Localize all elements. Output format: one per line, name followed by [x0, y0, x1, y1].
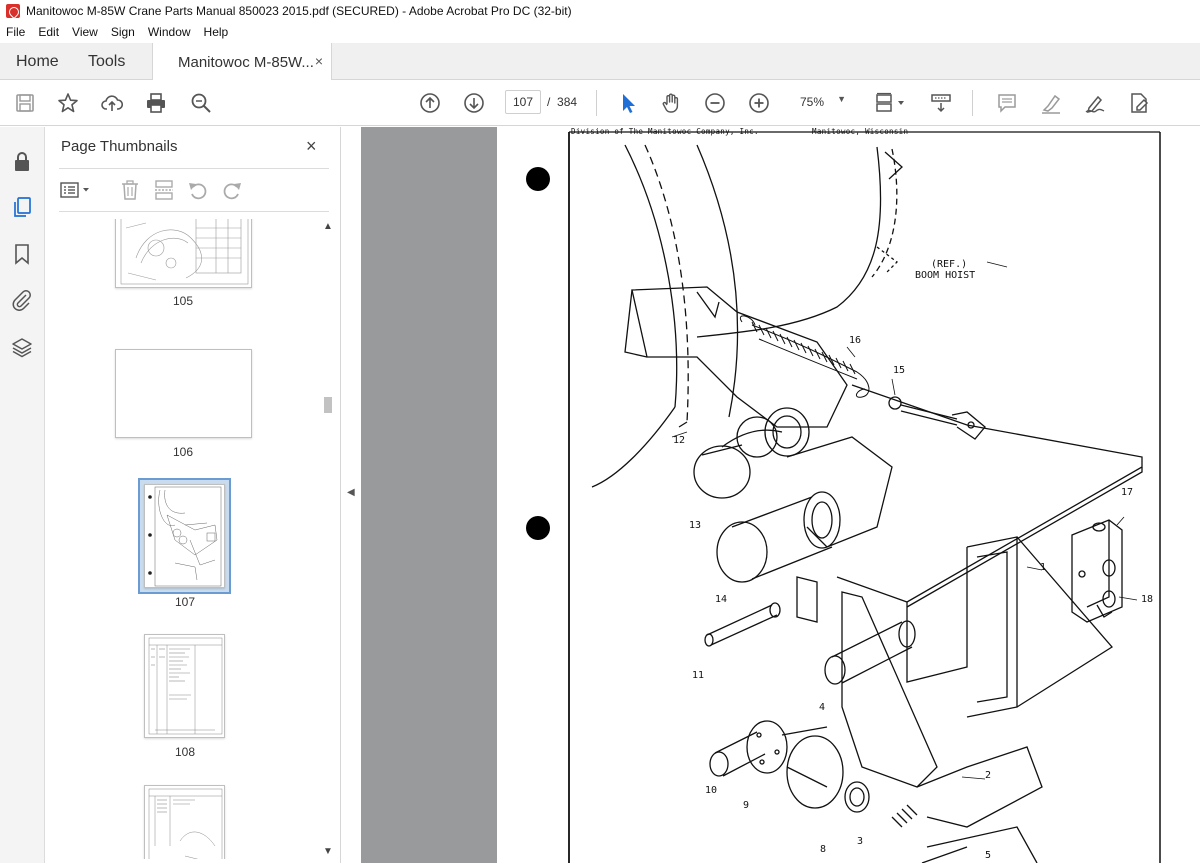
- callout-14: 14: [715, 594, 728, 605]
- current-page-input[interactable]: 107: [505, 90, 541, 114]
- reference-label: (REF.) BOOM HOIST: [915, 259, 976, 281]
- callout-5: 5: [985, 850, 992, 861]
- menu-edit[interactable]: Edit: [38, 25, 59, 39]
- page-up-icon[interactable]: [419, 92, 441, 114]
- menu-help[interactable]: Help: [204, 25, 229, 39]
- zoom-value: 75%: [800, 95, 825, 109]
- edit-pdf-icon[interactable]: [1128, 92, 1150, 114]
- menu-view[interactable]: View: [72, 25, 98, 39]
- page-down-icon[interactable]: [463, 92, 485, 114]
- tab-tools[interactable]: Tools: [74, 43, 152, 80]
- callout-16: 16: [849, 335, 862, 346]
- zoom-out-icon[interactable]: [704, 92, 726, 114]
- panel-toolbar: [59, 177, 329, 203]
- callout-3: 3: [857, 836, 864, 847]
- scrolling-icon[interactable]: [930, 92, 952, 114]
- callout-15: 15: [893, 365, 906, 376]
- document-view[interactable]: Division of The Manitowoc Company, Inc. …: [361, 127, 1200, 863]
- pdf-page: Division of The Manitowoc Company, Inc. …: [497, 127, 1200, 863]
- zoom-select[interactable]: 75% ▼: [790, 90, 852, 114]
- panel-divider: [59, 211, 329, 212]
- callout-12: 12: [673, 435, 686, 446]
- rotate-right-icon[interactable]: [221, 179, 243, 201]
- page-header-right: Manitowoc, Wisconsin: [812, 127, 909, 136]
- panel-title: Page Thumbnails: [61, 138, 178, 155]
- toolbar-divider: [972, 90, 973, 116]
- hand-icon[interactable]: [660, 92, 682, 114]
- thumbnail-label: 106: [172, 445, 194, 459]
- thumbnail-page[interactable]: [144, 785, 225, 859]
- callout-13: 13: [689, 520, 702, 531]
- thumbnail-label: 107: [174, 595, 196, 609]
- callout-18: 18: [1141, 594, 1154, 605]
- sign-icon[interactable]: [1084, 92, 1106, 114]
- upload-icon[interactable]: [101, 92, 123, 114]
- scroll-thumb[interactable]: [324, 397, 332, 413]
- zoom-in-icon[interactable]: [748, 92, 770, 114]
- chevron-down-icon: ▼: [837, 94, 846, 104]
- attachment-icon[interactable]: [11, 289, 33, 311]
- acrobat-logo-icon: [6, 4, 20, 18]
- menu-file[interactable]: File: [6, 25, 25, 39]
- thumbnail-list: 105 106 107 108: [59, 219, 317, 859]
- thumbnail-label: 105: [172, 294, 194, 308]
- scroll-up-icon[interactable]: ▲: [323, 221, 333, 232]
- collapse-panel-icon[interactable]: ◀: [347, 487, 355, 498]
- tab-bar: Home Tools Manitowoc M-85W... ×: [0, 43, 1200, 81]
- layers-icon[interactable]: [11, 336, 33, 358]
- rotate-left-icon[interactable]: [187, 179, 209, 201]
- lock-icon[interactable]: [11, 150, 33, 172]
- tab-close-icon[interactable]: ×: [315, 53, 323, 69]
- thumbnail-options-icon[interactable]: [59, 179, 95, 201]
- bookmark-icon[interactable]: [11, 243, 33, 265]
- tab-home[interactable]: Home: [0, 43, 74, 80]
- thumbnail-label: 108: [174, 745, 196, 759]
- callout-10: 10: [705, 785, 718, 796]
- callout-11: 11: [692, 670, 705, 681]
- left-rail: [0, 127, 45, 863]
- thumbnail-page[interactable]: [115, 219, 252, 288]
- callout-4: 4: [819, 702, 826, 713]
- panel-close-icon[interactable]: ×: [306, 136, 317, 157]
- bookmark-star-icon[interactable]: [57, 92, 79, 114]
- thumbnail-page[interactable]: [115, 349, 252, 438]
- pages-icon[interactable]: [11, 196, 33, 218]
- scroll-down-icon[interactable]: ▼: [323, 846, 333, 857]
- panel-collapse-strip[interactable]: ◀: [341, 127, 361, 863]
- toolbar: 107 / 384 75% ▼: [0, 80, 1200, 126]
- tab-document-label: Manitowoc M-85W...: [178, 53, 314, 71]
- page-thumbnails-panel: Page Thumbnails × 105 106 107 108 ▲ ▼: [45, 127, 341, 863]
- delete-page-icon[interactable]: [119, 179, 141, 201]
- tab-document[interactable]: Manitowoc M-85W... ×: [152, 43, 332, 81]
- save-icon[interactable]: [14, 92, 36, 114]
- thumbnail-page-selected[interactable]: [144, 484, 225, 588]
- title-bar: Manitowoc M-85W Crane Parts Manual 85002…: [0, 0, 1200, 22]
- toolbar-divider: [596, 90, 597, 116]
- panel-divider: [59, 168, 329, 169]
- page-layout-icon[interactable]: [874, 92, 910, 114]
- parts-diagram: [526, 131, 1161, 863]
- thumbnail-scrollbar[interactable]: ▲ ▼: [320, 219, 336, 859]
- total-pages: / 384: [547, 95, 578, 109]
- callout-9: 9: [743, 800, 750, 811]
- insert-page-icon[interactable]: [153, 179, 175, 201]
- zoom-search-icon[interactable]: [190, 92, 212, 114]
- comment-icon[interactable]: [996, 92, 1018, 114]
- select-cursor-icon[interactable]: [617, 92, 639, 114]
- callout-17: 17: [1121, 487, 1134, 498]
- highlight-icon[interactable]: [1040, 92, 1062, 114]
- page-header-left: Division of The Manitowoc Company, Inc.: [571, 127, 759, 136]
- menu-bar: File Edit View Sign Window Help: [0, 22, 1200, 42]
- thumbnail-page[interactable]: [144, 634, 225, 738]
- menu-window[interactable]: Window: [148, 25, 191, 39]
- callout-8: 8: [820, 844, 827, 855]
- callout-1: 1: [1040, 562, 1047, 573]
- window-title: Manitowoc M-85W Crane Parts Manual 85002…: [26, 4, 572, 18]
- print-icon[interactable]: [145, 92, 167, 114]
- menu-sign[interactable]: Sign: [111, 25, 135, 39]
- callout-2: 2: [985, 770, 992, 781]
